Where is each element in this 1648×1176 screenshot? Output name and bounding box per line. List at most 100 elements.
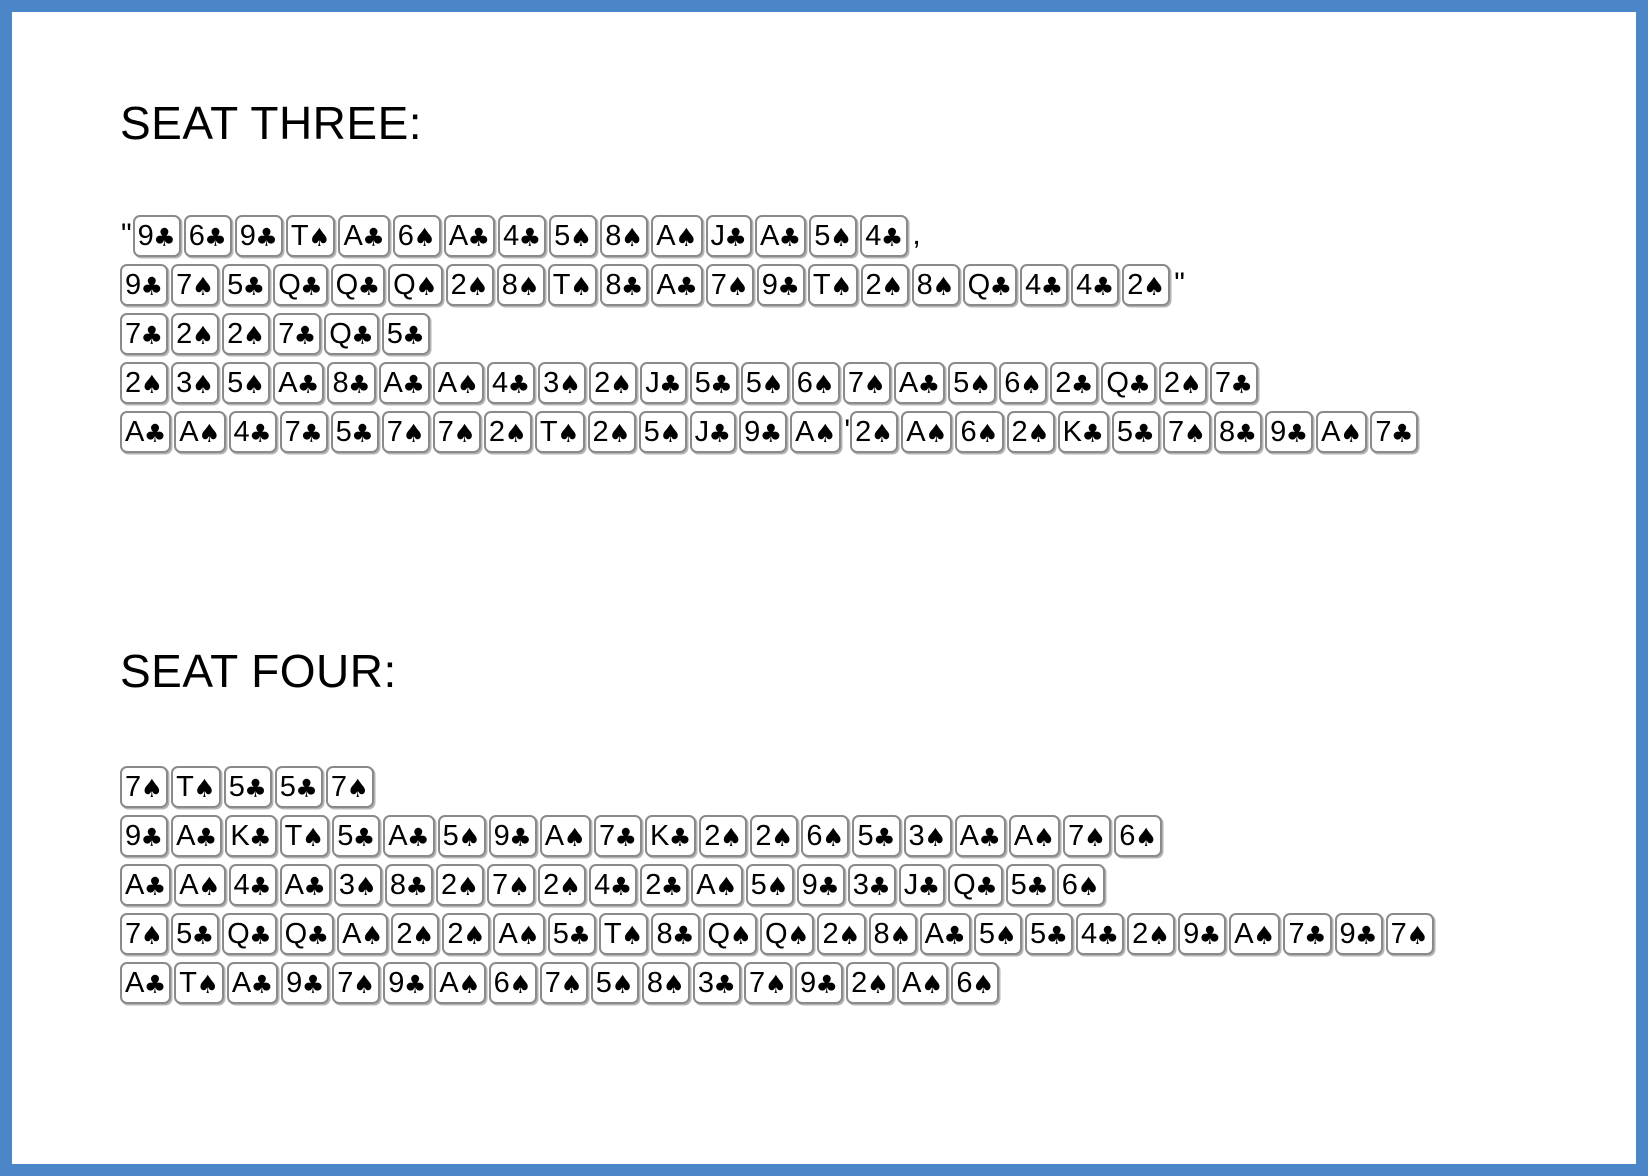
playing-card[interactable]: 5♠ bbox=[549, 214, 598, 257]
playing-card[interactable]: 2♠ bbox=[587, 410, 636, 453]
playing-card[interactable]: 3♣ bbox=[692, 962, 741, 1005]
playing-card[interactable]: 9♣ bbox=[132, 214, 181, 257]
playing-card[interactable]: Q♣ bbox=[1101, 361, 1156, 404]
playing-card[interactable]: 4♣ bbox=[589, 864, 638, 907]
playing-card[interactable]: 8♣ bbox=[600, 263, 649, 306]
playing-card[interactable]: 7♠ bbox=[705, 263, 754, 306]
playing-card[interactable]: 2♠ bbox=[442, 913, 491, 956]
playing-card[interactable]: J♣ bbox=[689, 410, 737, 453]
playing-card[interactable]: A♣ bbox=[919, 913, 971, 956]
playing-card[interactable]: 9♣ bbox=[795, 962, 844, 1005]
playing-card[interactable]: A♠ bbox=[651, 214, 703, 257]
playing-card[interactable]: A♠ bbox=[901, 410, 953, 453]
playing-card[interactable]: 9♣ bbox=[1265, 410, 1314, 453]
playing-card[interactable]: K♣ bbox=[1057, 410, 1109, 453]
playing-card[interactable]: Q♣ bbox=[324, 312, 379, 355]
playing-card[interactable]: 2♠ bbox=[850, 410, 899, 453]
playing-card[interactable]: 7♣ bbox=[1209, 361, 1258, 404]
playing-card[interactable]: 6♠ bbox=[801, 815, 850, 858]
playing-card[interactable]: K♣ bbox=[645, 815, 697, 858]
playing-card[interactable]: A♠ bbox=[1316, 410, 1368, 453]
playing-card[interactable]: A♠ bbox=[493, 913, 545, 956]
playing-card[interactable]: 5♣ bbox=[381, 312, 430, 355]
playing-card[interactable]: 2♠ bbox=[171, 312, 220, 355]
playing-card[interactable]: 4♣ bbox=[498, 214, 547, 257]
playing-card[interactable]: 2♠ bbox=[435, 864, 485, 907]
playing-card[interactable]: T♠ bbox=[171, 766, 221, 809]
playing-card[interactable]: T♠ bbox=[285, 214, 336, 257]
playing-card[interactable]: 2♣ bbox=[640, 864, 689, 907]
playing-card[interactable]: A♠ bbox=[337, 913, 389, 956]
playing-card[interactable]: 2♠ bbox=[699, 815, 748, 858]
playing-card[interactable]: 7♣ bbox=[1283, 913, 1332, 956]
playing-card[interactable]: 7♠ bbox=[1162, 410, 1211, 453]
playing-card[interactable]: 5♣ bbox=[689, 361, 738, 404]
playing-card[interactable]: 7♠ bbox=[171, 263, 220, 306]
playing-card[interactable]: 5♠ bbox=[222, 361, 271, 404]
playing-card[interactable]: 7♣ bbox=[279, 410, 328, 453]
playing-card[interactable]: Q♠ bbox=[760, 913, 815, 956]
playing-card[interactable]: 7♣ bbox=[273, 312, 322, 355]
playing-card[interactable]: A♠ bbox=[790, 410, 842, 453]
playing-card[interactable]: 7♠ bbox=[539, 962, 588, 1005]
playing-card[interactable]: A♣ bbox=[893, 361, 946, 404]
playing-card[interactable]: A♣ bbox=[383, 815, 435, 858]
playing-card[interactable]: 2♠ bbox=[391, 913, 440, 956]
playing-card[interactable]: J♣ bbox=[898, 864, 946, 907]
playing-card[interactable]: 4♣ bbox=[228, 864, 277, 907]
playing-card[interactable]: A♣ bbox=[120, 410, 172, 453]
playing-card[interactable]: 2♠ bbox=[1122, 263, 1171, 306]
playing-card[interactable]: 2♠ bbox=[222, 312, 271, 355]
playing-card[interactable]: 7♠ bbox=[332, 962, 381, 1005]
playing-card[interactable]: 7♠ bbox=[1063, 815, 1112, 858]
playing-card[interactable]: 7♠ bbox=[325, 766, 374, 809]
playing-card[interactable]: 8♣ bbox=[1214, 410, 1263, 453]
playing-card[interactable]: 7♠ bbox=[120, 766, 169, 809]
playing-card[interactable]: 6♠ bbox=[999, 361, 1048, 404]
playing-card[interactable]: 8♠ bbox=[868, 913, 917, 956]
playing-card[interactable]: 5♠ bbox=[973, 913, 1022, 956]
playing-card[interactable]: 2♣ bbox=[1050, 361, 1099, 404]
playing-card[interactable]: 7♠ bbox=[120, 913, 169, 956]
playing-card[interactable]: 5♣ bbox=[171, 913, 220, 956]
playing-card[interactable]: 3♠ bbox=[538, 361, 587, 404]
playing-card[interactable]: Q♠ bbox=[702, 913, 757, 956]
playing-card[interactable]: 6♠ bbox=[488, 962, 537, 1005]
playing-card[interactable]: T♠ bbox=[534, 410, 585, 453]
playing-card[interactable]: 5♠ bbox=[590, 962, 639, 1005]
playing-card[interactable]: 9♣ bbox=[756, 263, 805, 306]
playing-card[interactable]: 2♠ bbox=[846, 962, 895, 1005]
playing-card[interactable]: 2♠ bbox=[1127, 913, 1176, 956]
playing-card[interactable]: 6♠ bbox=[955, 410, 1004, 453]
playing-card[interactable]: Q♣ bbox=[273, 263, 328, 306]
playing-card[interactable]: Q♣ bbox=[948, 864, 1003, 907]
playing-card[interactable]: 3♠ bbox=[903, 815, 952, 858]
playing-card[interactable]: 2♠ bbox=[589, 361, 638, 404]
playing-card[interactable]: 5♣ bbox=[852, 815, 901, 858]
playing-card[interactable]: 2♠ bbox=[120, 361, 169, 404]
playing-card[interactable]: 4♣ bbox=[860, 214, 909, 257]
playing-card[interactable]: A♠ bbox=[691, 864, 743, 907]
playing-card[interactable]: A♣ bbox=[338, 214, 390, 257]
playing-card[interactable]: A♣ bbox=[226, 962, 279, 1005]
playing-card[interactable]: A♠ bbox=[432, 361, 485, 404]
playing-card[interactable]: 2♠ bbox=[483, 410, 532, 453]
playing-card[interactable]: A♣ bbox=[120, 962, 172, 1005]
playing-card[interactable]: 9♣ bbox=[1334, 913, 1383, 956]
playing-card[interactable]: 2♠ bbox=[750, 815, 799, 858]
playing-card[interactable]: 9♣ bbox=[120, 815, 169, 858]
playing-card[interactable]: 4♣ bbox=[487, 361, 536, 404]
playing-card[interactable]: T♠ bbox=[807, 263, 858, 306]
playing-card[interactable]: A♠ bbox=[1008, 815, 1061, 858]
playing-card[interactable]: 9♣ bbox=[739, 410, 788, 453]
playing-card[interactable]: 7♠ bbox=[842, 361, 891, 404]
playing-card[interactable]: 8♠ bbox=[911, 263, 960, 306]
playing-card[interactable]: 3♠ bbox=[171, 361, 220, 404]
playing-card[interactable]: 6♠ bbox=[1114, 815, 1163, 858]
playing-card[interactable]: 5♣ bbox=[547, 913, 596, 956]
playing-card[interactable]: 5♣ bbox=[1024, 913, 1073, 956]
playing-card[interactable]: 5♣ bbox=[332, 815, 381, 858]
playing-card[interactable]: T♠ bbox=[598, 913, 649, 956]
playing-card[interactable]: 5♣ bbox=[1111, 410, 1160, 453]
playing-card[interactable]: A♣ bbox=[378, 361, 430, 404]
